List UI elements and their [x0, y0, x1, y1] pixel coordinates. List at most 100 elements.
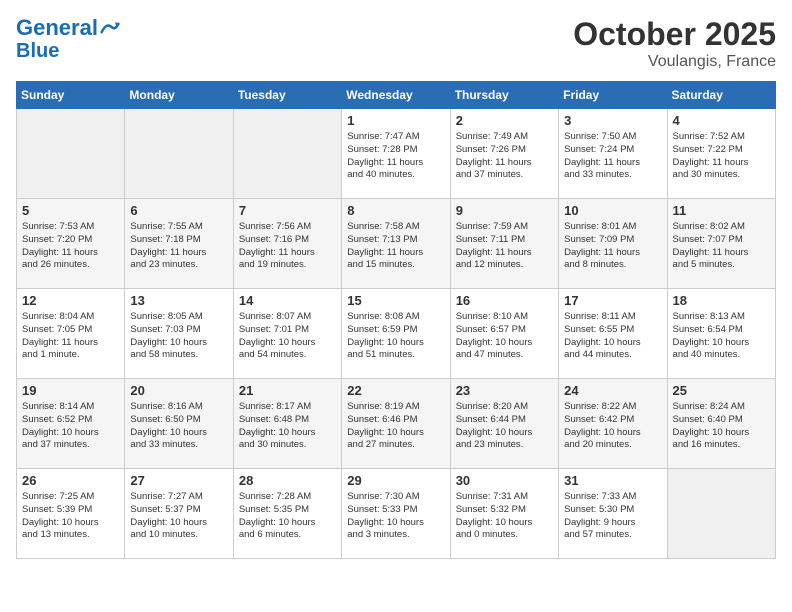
calendar-cell	[667, 469, 775, 559]
day-info: Sunrise: 7:58 AM Sunset: 7:13 PM Dayligh…	[347, 221, 444, 272]
day-info: Sunrise: 8:08 AM Sunset: 6:59 PM Dayligh…	[347, 311, 444, 362]
day-number: 23	[456, 383, 553, 398]
logo-icon	[100, 18, 120, 38]
calendar-cell: 19 Sunrise: 8:14 AM Sunset: 6:52 PM Dayli…	[17, 379, 125, 469]
calendar-cell: 27Sunrise: 7:27 AM Sunset: 5:37 PM Dayli…	[125, 469, 233, 559]
day-number: 17	[564, 293, 661, 308]
calendar-cell: 26 Sunrise: 7:25 AM Sunset: 5:39 PM Dayli…	[17, 469, 125, 559]
day-info: Sunrise: 8:07 AM Sunset: 7:01 PM Dayligh…	[239, 311, 336, 362]
calendar-cell: 21 Sunrise: 8:17 AM Sunset: 6:48 PM Dayli…	[233, 379, 341, 469]
day-info: Sunrise: 7:47 AM Sunset: 7:28 PM Dayligh…	[347, 131, 444, 182]
calendar-header-row: SundayMondayTuesdayWednesdayThursdayFrid…	[17, 82, 776, 109]
day-number: 18	[673, 293, 770, 308]
day-number: 12	[22, 293, 119, 308]
day-info: Sunrise: 8:20 AM Sunset: 6:44 PM Dayligh…	[456, 401, 553, 452]
weekday-header: Monday	[125, 82, 233, 109]
weekday-header: Tuesday	[233, 82, 341, 109]
calendar-cell: 29 Sunrise: 7:30 AM Sunset: 5:33 PM Dayli…	[342, 469, 450, 559]
day-number: 14	[239, 293, 336, 308]
day-info: Sunrise: 7:30 AM Sunset: 5:33 PM Dayligh…	[347, 491, 444, 542]
day-number: 28	[239, 473, 336, 488]
calendar-week-row: 5 Sunrise: 7:53 AM Sunset: 7:20 PM Daylig…	[17, 199, 776, 289]
day-info: Sunrise: 7:50 AM Sunset: 7:24 PM Dayligh…	[564, 131, 661, 182]
day-number: 22	[347, 383, 444, 398]
logo-blue: Blue	[16, 40, 59, 62]
day-info: Sunrise: 8:05 AM Sunset: 7:03 PM Dayligh…	[130, 311, 227, 362]
day-number: 11	[673, 203, 770, 218]
day-number: 26	[22, 473, 119, 488]
calendar-cell: 5 Sunrise: 7:53 AM Sunset: 7:20 PM Daylig…	[17, 199, 125, 289]
day-info: Sunrise: 8:19 AM Sunset: 6:46 PM Dayligh…	[347, 401, 444, 452]
calendar-cell: 6Sunrise: 7:55 AM Sunset: 7:18 PM Daylig…	[125, 199, 233, 289]
calendar-cell	[17, 109, 125, 199]
calendar-cell: 10 Sunrise: 8:01 AM Sunset: 7:09 PM Dayli…	[559, 199, 667, 289]
weekday-header: Thursday	[450, 82, 558, 109]
day-info: Sunrise: 8:14 AM Sunset: 6:52 PM Dayligh…	[22, 401, 119, 452]
calendar-cell: 3 Sunrise: 7:50 AM Sunset: 7:24 PM Daylig…	[559, 109, 667, 199]
day-number: 7	[239, 203, 336, 218]
day-number: 3	[564, 113, 661, 128]
day-number: 15	[347, 293, 444, 308]
title-block: October 2025 Voulangis, France	[573, 16, 776, 71]
calendar-cell: 15 Sunrise: 8:08 AM Sunset: 6:59 PM Dayli…	[342, 289, 450, 379]
day-info: Sunrise: 7:52 AM Sunset: 7:22 PM Dayligh…	[673, 131, 770, 182]
calendar-week-row: 12 Sunrise: 8:04 AM Sunset: 7:05 PM Dayli…	[17, 289, 776, 379]
day-info: Sunrise: 7:28 AM Sunset: 5:35 PM Dayligh…	[239, 491, 336, 542]
page-header: General Blue October 2025 Voulangis, Fra…	[16, 16, 776, 71]
day-number: 29	[347, 473, 444, 488]
day-number: 19	[22, 383, 119, 398]
calendar-cell	[125, 109, 233, 199]
day-number: 24	[564, 383, 661, 398]
calendar-cell: 1 Sunrise: 7:47 AM Sunset: 7:28 PM Daylig…	[342, 109, 450, 199]
location: Voulangis, France	[573, 53, 776, 71]
day-number: 10	[564, 203, 661, 218]
calendar-cell: 17Sunrise: 8:11 AM Sunset: 6:55 PM Dayli…	[559, 289, 667, 379]
day-info: Sunrise: 7:49 AM Sunset: 7:26 PM Dayligh…	[456, 131, 553, 182]
day-info: Sunrise: 8:17 AM Sunset: 6:48 PM Dayligh…	[239, 401, 336, 452]
calendar-cell: 8 Sunrise: 7:58 AM Sunset: 7:13 PM Daylig…	[342, 199, 450, 289]
day-info: Sunrise: 8:16 AM Sunset: 6:50 PM Dayligh…	[130, 401, 227, 452]
day-info: Sunrise: 7:53 AM Sunset: 7:20 PM Dayligh…	[22, 221, 119, 272]
day-number: 6	[130, 203, 227, 218]
calendar-cell: 20Sunrise: 8:16 AM Sunset: 6:50 PM Dayli…	[125, 379, 233, 469]
logo-text: General	[16, 16, 98, 40]
calendar-cell: 9 Sunrise: 7:59 AM Sunset: 7:11 PM Daylig…	[450, 199, 558, 289]
day-number: 16	[456, 293, 553, 308]
weekday-header: Friday	[559, 82, 667, 109]
calendar-cell: 16 Sunrise: 8:10 AM Sunset: 6:57 PM Dayli…	[450, 289, 558, 379]
calendar-week-row: 19 Sunrise: 8:14 AM Sunset: 6:52 PM Dayli…	[17, 379, 776, 469]
day-info: Sunrise: 8:01 AM Sunset: 7:09 PM Dayligh…	[564, 221, 661, 272]
calendar-cell: 28 Sunrise: 7:28 AM Sunset: 5:35 PM Dayli…	[233, 469, 341, 559]
day-info: Sunrise: 7:31 AM Sunset: 5:32 PM Dayligh…	[456, 491, 553, 542]
calendar-cell: 13 Sunrise: 8:05 AM Sunset: 7:03 PM Dayli…	[125, 289, 233, 379]
calendar-table: SundayMondayTuesdayWednesdayThursdayFrid…	[16, 81, 776, 559]
calendar-body: 1 Sunrise: 7:47 AM Sunset: 7:28 PM Daylig…	[17, 109, 776, 559]
calendar-cell: 11Sunrise: 8:02 AM Sunset: 7:07 PM Dayli…	[667, 199, 775, 289]
weekday-header: Saturday	[667, 82, 775, 109]
calendar-week-row: 26 Sunrise: 7:25 AM Sunset: 5:39 PM Dayli…	[17, 469, 776, 559]
day-number: 5	[22, 203, 119, 218]
day-number: 25	[673, 383, 770, 398]
day-info: Sunrise: 8:10 AM Sunset: 6:57 PM Dayligh…	[456, 311, 553, 362]
day-info: Sunrise: 7:25 AM Sunset: 5:39 PM Dayligh…	[22, 491, 119, 542]
day-number: 21	[239, 383, 336, 398]
day-info: Sunrise: 7:59 AM Sunset: 7:11 PM Dayligh…	[456, 221, 553, 272]
calendar-cell: 25 Sunrise: 8:24 AM Sunset: 6:40 PM Dayli…	[667, 379, 775, 469]
day-number: 2	[456, 113, 553, 128]
calendar-cell: 7Sunrise: 7:56 AM Sunset: 7:16 PM Daylig…	[233, 199, 341, 289]
calendar-cell: 30 Sunrise: 7:31 AM Sunset: 5:32 PM Dayli…	[450, 469, 558, 559]
day-number: 13	[130, 293, 227, 308]
calendar-cell: 22 Sunrise: 8:19 AM Sunset: 6:46 PM Dayli…	[342, 379, 450, 469]
day-number: 1	[347, 113, 444, 128]
calendar-cell: 24 Sunrise: 8:22 AM Sunset: 6:42 PM Dayli…	[559, 379, 667, 469]
day-number: 9	[456, 203, 553, 218]
day-info: Sunrise: 8:24 AM Sunset: 6:40 PM Dayligh…	[673, 401, 770, 452]
calendar-cell: 4Sunrise: 7:52 AM Sunset: 7:22 PM Daylig…	[667, 109, 775, 199]
month-title: October 2025	[573, 16, 776, 53]
calendar-cell: 2 Sunrise: 7:49 AM Sunset: 7:26 PM Daylig…	[450, 109, 558, 199]
day-number: 8	[347, 203, 444, 218]
day-number: 30	[456, 473, 553, 488]
day-info: Sunrise: 8:04 AM Sunset: 7:05 PM Dayligh…	[22, 311, 119, 362]
calendar-cell: 18Sunrise: 8:13 AM Sunset: 6:54 PM Dayli…	[667, 289, 775, 379]
day-info: Sunrise: 8:22 AM Sunset: 6:42 PM Dayligh…	[564, 401, 661, 452]
